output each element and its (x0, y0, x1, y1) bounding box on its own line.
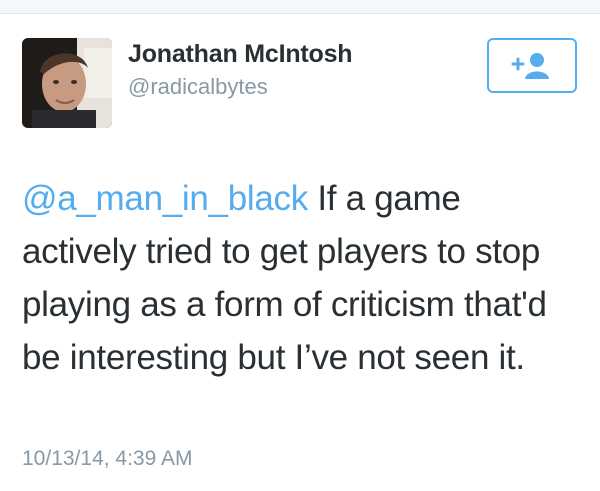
display-name[interactable]: Jonathan McIntosh (128, 40, 353, 69)
mention-link[interactable]: @a_man_in_black (22, 179, 308, 218)
timestamp[interactable]: 10/13/14, 4:39 AM (22, 447, 192, 471)
avatar[interactable] (22, 38, 112, 128)
tweet-text: @a_man_in_black If a game actively tried… (22, 172, 582, 384)
avatar-photo (22, 38, 112, 128)
user-handle[interactable]: @radicalbytes (128, 74, 268, 100)
follow-button[interactable] (487, 38, 577, 93)
top-divider (0, 0, 600, 14)
follow-user-icon (511, 52, 549, 79)
